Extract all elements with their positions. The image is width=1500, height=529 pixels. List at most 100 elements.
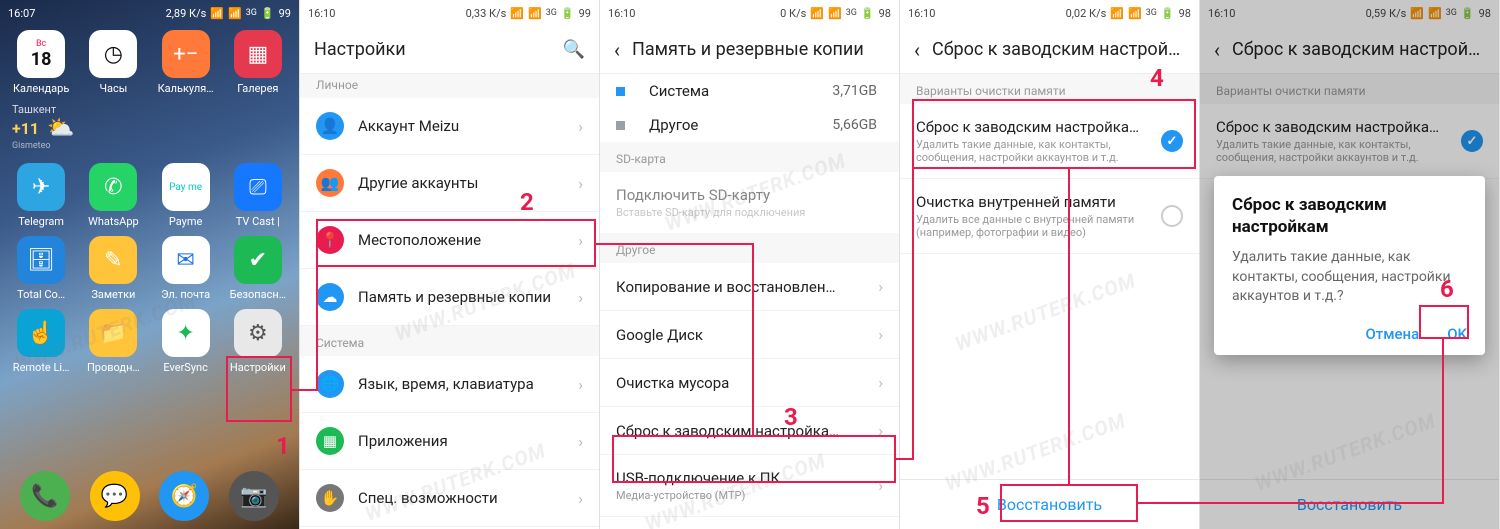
dock-browser-icon[interactable]: 🧭	[159, 471, 209, 521]
dock-messages-icon[interactable]: 💬	[90, 471, 140, 521]
home-row-3: 🗄Total Co…✎Заметки✉Эл. почта✔Безопасн…	[0, 232, 299, 305]
legend-square	[616, 87, 625, 96]
app-icon-календарь[interactable]: Вс18Календарь	[8, 30, 74, 95]
section-personal: Личное	[300, 74, 599, 98]
settings-row[interactable]: ✋Спец. возможности›	[300, 470, 599, 527]
restore-button[interactable]: Восстановить	[900, 479, 1199, 529]
chevron-right-icon: ›	[878, 421, 883, 440]
settings-row[interactable]: 👤Аккаунт Meizu›	[300, 98, 599, 155]
home-row-2: ✈Telegram✆WhatsAppPay mePayme⎚TV Cast |	[0, 159, 299, 232]
row-icon: 👤	[316, 112, 344, 140]
app-icon-безопасн-[interactable]: ✔Безопасн…	[225, 236, 291, 301]
dock-phone-icon[interactable]: 📞	[20, 471, 70, 521]
settings-row[interactable]: ▦Приложения›	[300, 413, 599, 470]
titlebar: Настройки 🔍	[300, 26, 599, 74]
battery-icon: 🔋	[861, 7, 875, 20]
dialog-ok-button[interactable]: OK	[1447, 325, 1467, 343]
app-icon-настройки[interactable]: ⚙Настройки	[225, 309, 291, 374]
app-icon-remote-li-[interactable]: ☝Remote Li…	[8, 309, 74, 374]
network-type-icon: 3G	[546, 8, 557, 18]
opt1-title: Сброс к заводским настройка…	[916, 118, 1147, 136]
app-icon-telegram[interactable]: ✈Telegram	[8, 163, 74, 228]
step-label-5: 5	[976, 492, 990, 520]
app-icon-эл-почта[interactable]: ✉Эл. почта	[153, 236, 219, 301]
app-icon-total-co-[interactable]: 🗄Total Co…	[8, 236, 74, 301]
legend-square	[616, 121, 625, 130]
battery-icon: 🔋	[261, 7, 275, 20]
app-icon-eversync[interactable]: ✦EverSync	[153, 309, 219, 374]
page-title: Память и резервные копии	[632, 39, 864, 60]
dialog-cancel-button[interactable]: Отмена	[1365, 325, 1419, 343]
memory-row[interactable]: Очистка мусора›	[600, 359, 899, 407]
page-title: Сброс к заводским настрой…	[932, 39, 1180, 60]
checkbox-factory-reset[interactable]	[1161, 130, 1183, 152]
statusbar: 16:10 0,02 К/s 📶📶 3G 🔋 98	[900, 0, 1199, 26]
status-net: 0 К/s	[780, 7, 806, 20]
opt2-title: Очистка внутренней памяти	[916, 193, 1147, 211]
dialog-message: Удалить такие данные, как контакты, сооб…	[1232, 248, 1467, 307]
page-title: Настройки	[314, 39, 406, 60]
step-label-6: 6	[1440, 275, 1454, 303]
dock-camera-icon[interactable]: 📷	[229, 471, 279, 521]
section-sd: SD-карта	[600, 142, 899, 172]
network-type-icon: 3G	[1146, 8, 1157, 18]
step-label-3: 3	[784, 403, 798, 431]
statusbar: 16:07 2,89 К/s 📶 📶 3G 🔋 99	[0, 0, 299, 26]
weather-widget[interactable]: Ташкент +11 ⛅ Gismeteo	[12, 103, 287, 151]
settings-row[interactable]: ☁Память и резервные копии›	[300, 269, 599, 326]
settings-row[interactable]: 🌐Язык, время, клавиатура›	[300, 356, 599, 413]
network-type-icon: 3G	[246, 8, 257, 18]
battery-icon: 🔋	[1161, 7, 1175, 20]
row-connect-sd: Подключить SD-карту Вставьте SD-карту дл…	[600, 172, 899, 233]
row-icon: 👥	[316, 169, 344, 197]
chevron-right-icon: ›	[578, 288, 583, 307]
checkbox-clear-internal[interactable]	[1161, 205, 1183, 227]
connector-5-6	[1442, 339, 1444, 504]
app-icon-tv-cast-[interactable]: ⎚TV Cast |	[225, 163, 291, 228]
sim-icon: 📶	[210, 7, 224, 20]
screen-factory-reset-dialog: 16:10 0,59 К/s 📶📶 3G 🔋 98 ‹ Сброс к заво…	[1200, 0, 1500, 529]
status-bat: 99	[279, 7, 291, 20]
row-factory-reset[interactable]: Сброс к заводским настройка… Удалить так…	[900, 104, 1199, 179]
connector-1-2	[316, 246, 318, 391]
weather-source: Gismeteo	[12, 141, 287, 151]
status-bat: 98	[879, 7, 891, 20]
status-net: 2,89 К/s	[166, 7, 207, 20]
memory-row[interactable]: USB-подключение к ПКМедиа-устройство (MT…	[600, 455, 899, 517]
step-label-2: 2	[520, 188, 534, 216]
status-time: 16:07	[8, 7, 35, 20]
search-icon[interactable]: 🔍	[563, 39, 585, 60]
memory-row[interactable]: Копирование и восстановлен…›	[600, 263, 899, 311]
row-icon: 📍	[316, 226, 344, 254]
status-time: 16:10	[908, 7, 935, 20]
screen-settings: 16:10 0,33 К/s 📶📶 3G 🔋 99 Настройки 🔍 Ли…	[300, 0, 600, 529]
status-bat: 99	[579, 7, 591, 20]
memory-row[interactable]: Сброс к заводским настройка…›	[600, 407, 899, 455]
home-row-4: ☝Remote Li…📁Проводн…✦EverSync⚙Настройки	[0, 305, 299, 378]
app-icon-payme[interactable]: Pay mePayme	[153, 163, 219, 228]
row-clear-internal[interactable]: Очистка внутренней памяти Удалить все да…	[900, 179, 1199, 254]
app-icon-галерея[interactable]: ▦Галерея	[225, 30, 291, 95]
status-net: 0,33 К/s	[466, 7, 507, 20]
app-icon-заметки[interactable]: ✎Заметки	[80, 236, 146, 301]
app-icon-калькуля-[interactable]: +−Калькуля…	[153, 30, 219, 95]
status-time: 16:10	[308, 7, 335, 20]
app-icon-whatsapp[interactable]: ✆WhatsApp	[80, 163, 146, 228]
memory-row[interactable]: Google Диск›	[600, 311, 899, 359]
weather-city: Ташкент	[12, 103, 287, 116]
back-button[interactable]: ‹	[614, 38, 620, 62]
status-net: 0,02 К/s	[1066, 7, 1107, 20]
chevron-right-icon: ›	[578, 489, 583, 508]
app-icon-проводн-[interactable]: 📁Проводн…	[80, 309, 146, 374]
app-icon-часы[interactable]: ◷Часы	[80, 30, 146, 95]
back-button[interactable]: ‹	[914, 38, 920, 62]
settings-row[interactable]: 👥Другие аккаунты›	[300, 155, 599, 212]
sd-sub: Вставьте SD-карту для подключения	[616, 206, 883, 219]
connector-1-2	[292, 389, 318, 391]
chevron-right-icon: ›	[578, 174, 583, 193]
signal-icon: 📶	[1128, 7, 1142, 20]
chevron-right-icon: ›	[578, 231, 583, 250]
settings-row[interactable]: 📍Местоположение›	[300, 212, 599, 269]
section-other: Другое	[600, 233, 899, 263]
step-label-1: 1	[276, 432, 290, 460]
